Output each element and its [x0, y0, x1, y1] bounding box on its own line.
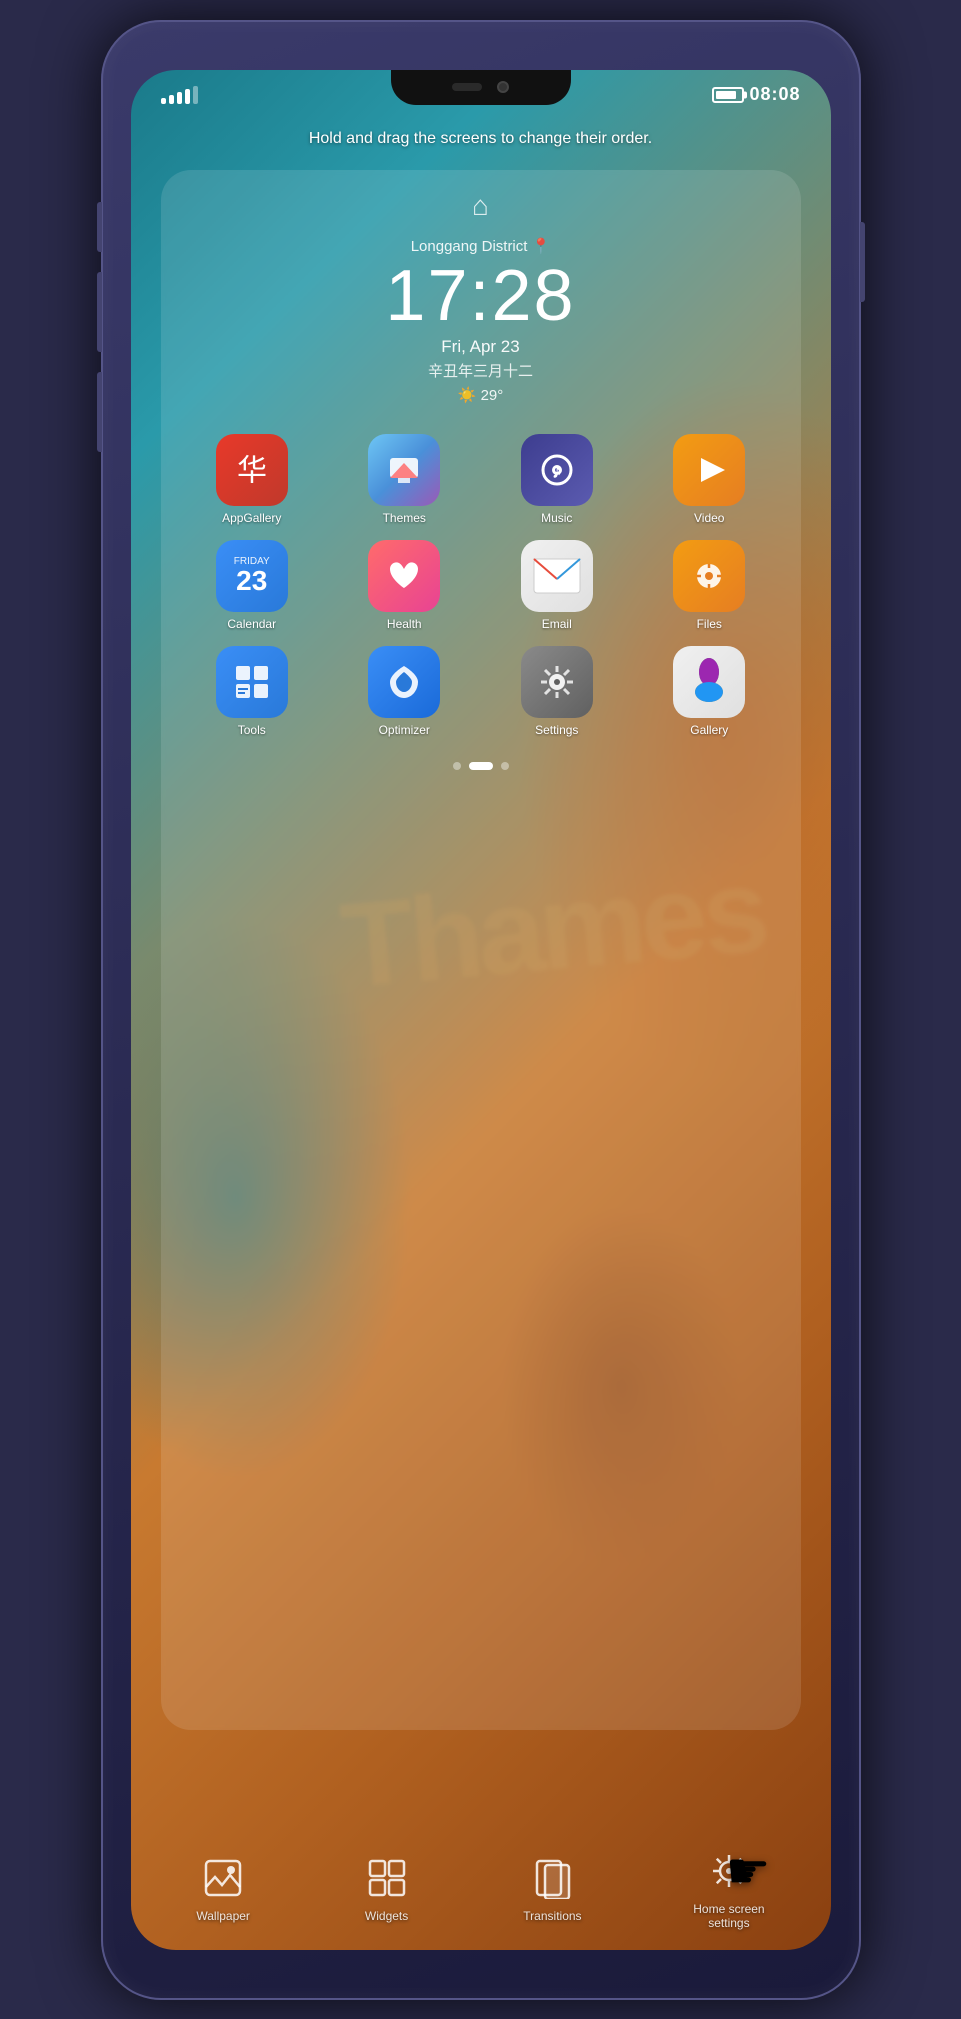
clock-time: 17:28 — [385, 260, 575, 332]
app-label-gallery: Gallery — [690, 723, 728, 737]
home-icon: ⌂ — [472, 190, 489, 222]
video-svg — [687, 448, 731, 492]
svg-text:♪: ♪ — [551, 458, 562, 483]
app-label-health: Health — [387, 617, 422, 631]
status-time: 08:08 — [749, 84, 800, 105]
phone-screen: Thames 08:08 Hold and drag the scr — [131, 70, 831, 1950]
app-item-video[interactable]: Video — [638, 434, 781, 525]
app-icon-files — [673, 540, 745, 612]
calendar-day-number: 23 — [236, 567, 267, 595]
clock-weather: ☀️ 29° — [385, 386, 575, 404]
widgets-svg — [366, 1857, 408, 1899]
homescreen-card: ⌂ Longgang District 📍 17:28 Fri, Apr 23 … — [161, 170, 801, 1730]
app-item-settings[interactable]: Settings — [486, 646, 629, 737]
app-item-health[interactable]: Health — [333, 540, 476, 631]
signal-bar-3 — [177, 92, 182, 104]
app-item-themes[interactable]: Themes — [333, 434, 476, 525]
dock-widgets[interactable]: Widgets — [362, 1853, 412, 1923]
clock-lunar: 辛丑年三月十二 — [385, 360, 575, 381]
app-item-email[interactable]: Email — [486, 540, 629, 631]
dock-label-widgets: Widgets — [365, 1909, 408, 1923]
calendar-day-label: Friday — [234, 556, 270, 567]
dock-transitions[interactable]: Transitions — [523, 1853, 581, 1923]
app-item-music[interactable]: ♪ Music — [486, 434, 629, 525]
app-label-appgallery: AppGallery — [222, 511, 281, 525]
volume-down-button[interactable] — [97, 272, 102, 352]
signal-bar-4 — [185, 89, 190, 104]
gallery-svg — [684, 657, 734, 707]
battery-area: 08:08 — [712, 84, 800, 105]
front-camera — [497, 81, 509, 93]
hint-text: Hold and drag the screens to change thei… — [131, 130, 831, 148]
app-icon-appgallery: 华 — [216, 434, 288, 506]
app-icon-tools — [216, 646, 288, 718]
notch-sensor — [452, 83, 482, 91]
app-label-files: Files — [697, 617, 722, 631]
app-item-appgallery[interactable]: 华 AppGallery — [181, 434, 324, 525]
app-item-files[interactable]: Files — [638, 540, 781, 631]
themes-svg — [382, 448, 426, 492]
app-item-calendar[interactable]: Friday 23 Calendar — [181, 540, 324, 631]
widgets-icon — [362, 1853, 412, 1903]
app-label-calendar: Calendar — [227, 617, 276, 631]
signal-bar-2 — [169, 95, 174, 104]
music-svg: ♪ — [535, 448, 579, 492]
page-dot-1[interactable] — [453, 762, 461, 770]
transitions-icon — [527, 1853, 577, 1903]
settings-svg — [535, 660, 579, 704]
appgallery-svg: 华 — [228, 446, 276, 494]
page-indicators — [453, 762, 509, 770]
app-label-video: Video — [694, 511, 724, 525]
signal-bar-5 — [193, 86, 198, 104]
volume-up-button[interactable] — [97, 202, 102, 252]
app-icon-video — [673, 434, 745, 506]
app-label-email: Email — [542, 617, 572, 631]
dock-wallpaper[interactable]: Wallpaper — [196, 1853, 250, 1923]
health-svg — [382, 554, 426, 598]
app-label-themes: Themes — [383, 511, 426, 525]
notch — [391, 70, 571, 105]
voice-button[interactable] — [97, 372, 102, 452]
wallpaper-icon — [198, 1853, 248, 1903]
app-icon-gallery — [673, 646, 745, 718]
clock-location: Longgang District 📍 — [385, 237, 575, 255]
svg-text:华: 华 — [237, 454, 267, 487]
app-label-settings: Settings — [535, 723, 578, 737]
wallpaper-svg — [202, 1857, 244, 1899]
files-svg — [687, 554, 731, 598]
signal-strength — [161, 86, 198, 104]
clock-date: Fri, Apr 23 — [385, 337, 575, 357]
page-dot-2[interactable] — [469, 762, 493, 770]
app-icon-themes — [368, 434, 440, 506]
phone-frame: Thames 08:08 Hold and drag the scr — [101, 20, 861, 2000]
signal-bar-1 — [161, 98, 166, 104]
page-dot-3[interactable] — [501, 762, 509, 770]
app-icon-music: ♪ — [521, 434, 593, 506]
battery-fill — [716, 91, 735, 99]
email-svg — [532, 557, 582, 595]
app-item-gallery[interactable]: Gallery — [638, 646, 781, 737]
cursor-hand-icon: ☛ — [726, 1842, 771, 1900]
app-label-optimizer: Optimizer — [379, 723, 430, 737]
app-grid: 华 AppGallery Themes — [176, 424, 786, 747]
app-icon-calendar: Friday 23 — [216, 540, 288, 612]
clock-widget: Longgang District 📍 17:28 Fri, Apr 23 辛丑… — [385, 237, 575, 404]
app-icon-health — [368, 540, 440, 612]
power-button[interactable] — [860, 222, 865, 302]
dock-label-homescreen-settings: Home screensettings — [693, 1902, 764, 1930]
tools-svg — [230, 660, 274, 704]
dock-label-transitions: Transitions — [523, 1909, 581, 1923]
app-icon-settings — [521, 646, 593, 718]
app-icon-optimizer — [368, 646, 440, 718]
transitions-svg — [531, 1857, 573, 1899]
app-item-optimizer[interactable]: Optimizer — [333, 646, 476, 737]
calendar-inner: Friday 23 — [216, 540, 288, 612]
app-label-tools: Tools — [238, 723, 266, 737]
app-icon-email — [521, 540, 593, 612]
app-item-tools[interactable]: Tools — [181, 646, 324, 737]
dock-label-wallpaper: Wallpaper — [196, 1909, 250, 1923]
app-label-music: Music — [541, 511, 572, 525]
battery-icon — [712, 87, 744, 103]
optimizer-svg — [382, 660, 426, 704]
